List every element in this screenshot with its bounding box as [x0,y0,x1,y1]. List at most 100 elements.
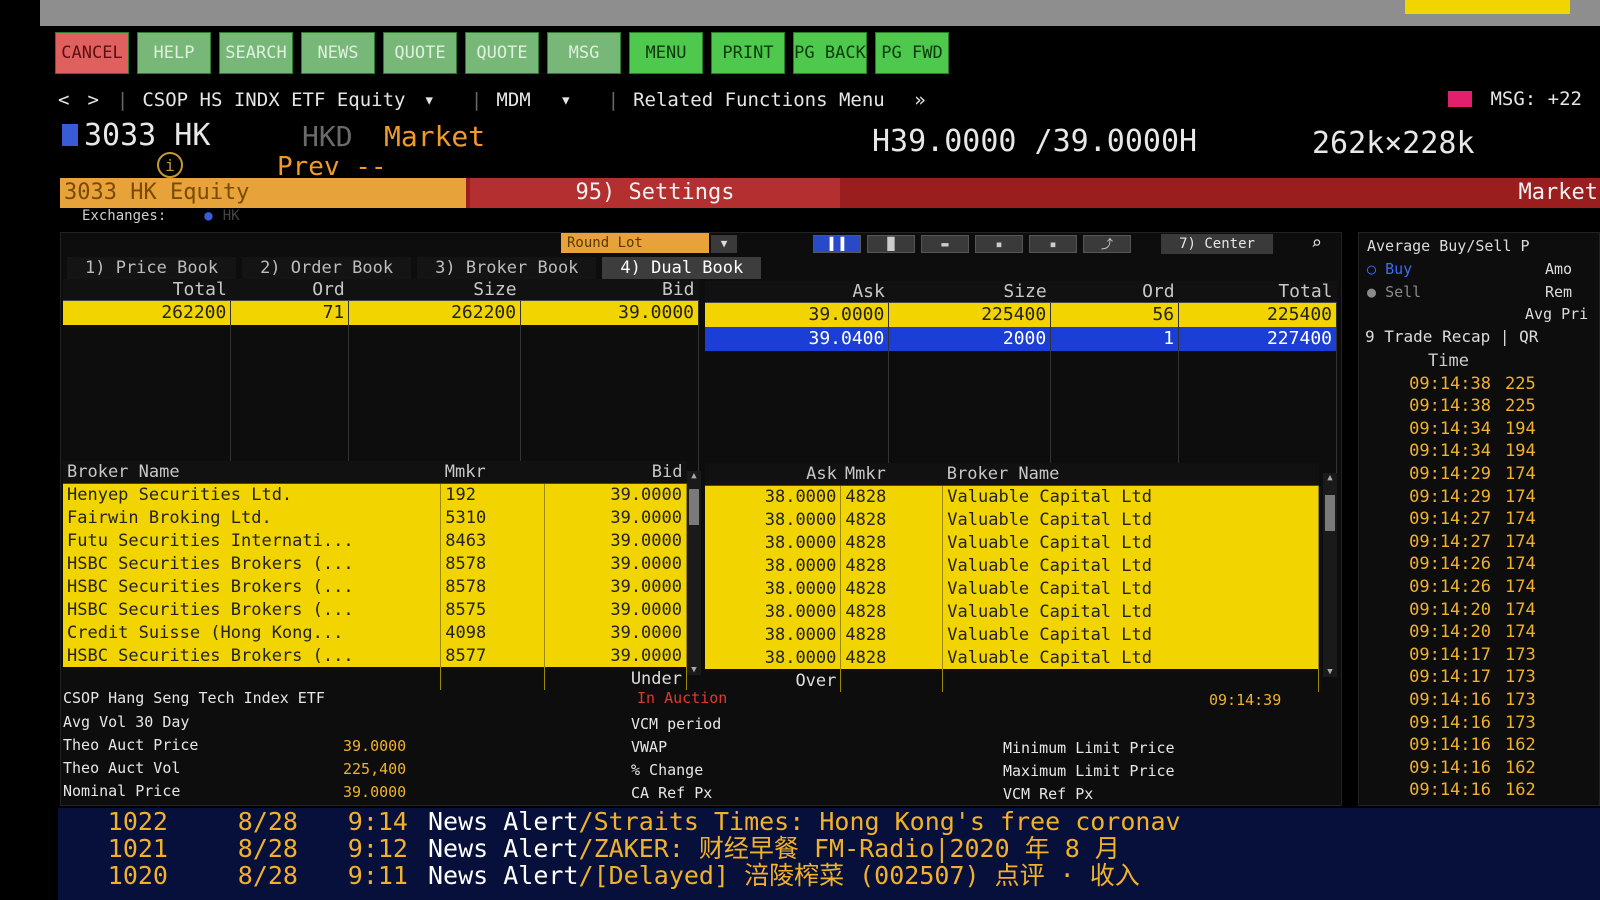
exchange-code[interactable]: HK [223,208,240,224]
table-row[interactable]: 38.0000 4828 Valuable Capital Ltd [705,577,1319,600]
print-button[interactable]: PRINT [711,32,785,74]
security-selector[interactable]: CSOP HS INDX ETF Equity ▾ [142,89,453,111]
list-item[interactable]: 09:14:34 194 [1359,419,1599,442]
top-yellow-notice[interactable] [1405,0,1570,14]
table-row[interactable]: 38.0000 4828 Valuable Capital Ltd [705,554,1319,577]
message-indicator[interactable]: MSG: +22 [1448,88,1600,110]
table-row[interactable]: 38.0000 4828 Valuable Capital Ltd [705,508,1319,531]
chart-icon[interactable]: ⤴ [1083,235,1131,253]
bid-ask-quote: H39.0000 /39.0000H [872,124,1198,159]
list-item[interactable]: 09:14:16 162 [1359,735,1599,758]
news-number: 1022 [107,807,168,836]
scroll-up-icon[interactable]: ▲ [1323,473,1337,483]
avg-price-label: Avg Pri [1525,305,1589,323]
view-split-button[interactable]: ▌▐ [813,235,861,253]
list-item[interactable]: 09:14:16 162 [1359,780,1599,803]
table-row[interactable]: HSBC Securities Brokers (... 8578 39.0000 [63,575,687,598]
round-lot-dropdown[interactable]: Round Lot [561,233,709,253]
news-item[interactable]: 1022 8/28 9:14 News Alert/Straits Times: Ho… [58,808,1600,835]
trade-time: 09:14:29 [1409,486,1491,507]
menu-button[interactable]: MENU [629,32,703,74]
list-item[interactable]: 09:14:34 194 [1359,441,1599,464]
bid-broker-scrollbar[interactable]: ▲ ▼ [687,471,701,675]
quote-button-2[interactable]: QUOTE [465,32,539,74]
table-row[interactable]: 38.0000 4828 Valuable Capital Ltd [705,600,1319,623]
scroll-down-icon[interactable]: ▼ [1323,667,1337,677]
list-item[interactable]: 09:14:29 174 [1359,464,1599,487]
ask-broker-scrollbar[interactable]: ▲ ▼ [1323,473,1337,677]
msg-button[interactable]: MSG [547,32,621,74]
related-functions-menu[interactable]: Related Functions Menu » [633,89,944,111]
table-row[interactable]: 38.0000 4828 Valuable Capital Ltd [705,623,1319,646]
news-item[interactable]: 1020 8/28 9:11 News Alert/[Delayed] 涪陵榨菜 (0… [58,862,1600,889]
table-row[interactable]: Futu Securities Internati... 8463 39.0000 [63,529,687,552]
security-name: CSOP HS INDX ETF Equity [142,89,406,111]
settings-button[interactable]: 95) Settings [470,178,840,208]
tab-order-book[interactable]: 2) Order Book [242,257,412,279]
center-button[interactable]: 7) Center [1161,234,1273,254]
table-row[interactable]: HSBC Securities Brokers (... 8577 39.0000 [63,644,687,667]
view-columns-button[interactable]: ▐▌ [867,235,915,253]
table-row-selected[interactable]: 39.0400 2000 1 227400 [705,326,1337,351]
tab-price-book[interactable]: 1) Price Book [67,257,237,279]
list-item[interactable]: 09:14:20 174 [1359,622,1599,645]
view-compact-button[interactable]: ▪ [1029,235,1077,253]
forward-arrow-icon[interactable]: > [87,89,98,111]
broker-name: HSBC Securities Brokers (... [63,644,442,667]
list-item[interactable]: 09:14:38 225 [1359,374,1599,397]
search-button[interactable]: SEARCH [219,32,293,74]
chevron-down-icon[interactable]: ▼ [711,235,737,253]
table-row[interactable]: 38.0000 4828 Valuable Capital Ltd [705,646,1319,669]
table-row[interactable]: HSBC Securities Brokers (... 8575 39.0000 [63,598,687,621]
news-date: 8/28 [237,807,298,836]
list-item[interactable]: 09:14:16 162 [1359,758,1599,781]
list-item[interactable]: 09:14:16 173 [1359,690,1599,713]
function-selector[interactable]: MDM ▾ [496,89,589,111]
scroll-down-icon[interactable]: ▼ [687,665,701,675]
info-icon[interactable]: i [157,152,183,178]
list-item[interactable]: 09:14:16 173 [1359,713,1599,736]
sell-row[interactable]: ● Sell [1367,283,1421,301]
back-arrow-icon[interactable]: < [58,89,69,111]
broker-bid: 39.0000 [544,598,687,621]
table-row[interactable]: 38.0000 4828 Valuable Capital Ltd [705,531,1319,554]
list-item[interactable]: 09:14:27 174 [1359,532,1599,555]
list-item[interactable]: 09:14:26 174 [1359,554,1599,577]
scroll-up-icon[interactable]: ▲ [687,471,701,481]
table-row[interactable]: Fairwin Broking Ltd. 5310 39.0000 [63,506,687,529]
scrollbar-thumb[interactable] [1325,495,1335,531]
page-back-button[interactable]: PG BACK [793,32,867,74]
table-row[interactable]: Credit Suisse (Hong Kong... 4098 39.0000 [63,621,687,644]
table-row[interactable]: 38.0000 4828 Valuable Capital Ltd [705,485,1319,508]
list-item[interactable]: 09:14:20 174 [1359,600,1599,623]
news-button[interactable]: NEWS [301,32,375,74]
tab-dual-book[interactable]: 4) Dual Book [602,257,762,279]
news-item[interactable]: 1021 8/28 9:12 News Alert/ZAKER: 财经早餐 FM-Ra… [58,835,1600,862]
scrollbar-thumb[interactable] [689,489,699,525]
list-item[interactable]: 09:14:17 173 [1359,645,1599,668]
zoom-icon[interactable]: ⌕ [1311,233,1322,254]
list-item[interactable]: 09:14:29 174 [1359,487,1599,510]
trade-time: 09:14:16 [1409,735,1491,756]
trade-recap-tab[interactable]: 9 Trade Recap | QR [1365,327,1538,346]
column-header: Ask [705,463,841,486]
table-row[interactable]: Henyep Securities Ltd. 192 39.0000 [63,483,687,506]
buy-row[interactable]: ○ Buy [1367,260,1412,278]
table-row[interactable]: HSBC Securities Brokers (... 8578 39.0000 [63,552,687,575]
view-rows-button[interactable]: ▬ [921,235,969,253]
table-row[interactable]: 262200 71 262200 39.0000 [63,300,699,325]
help-button[interactable]: HELP [137,32,211,74]
tab-broker-book[interactable]: 3) Broker Book [417,257,597,279]
list-item[interactable]: 09:14:27 174 [1359,509,1599,532]
list-item[interactable]: 09:14:17 173 [1359,667,1599,690]
table-row[interactable]: 39.0000 225400 56 225400 [705,302,1337,327]
trade-quantity: 194 [1505,441,1536,462]
page-forward-button[interactable]: PG FWD [875,32,949,74]
broker-ask: 38.0000 [705,554,842,577]
cancel-button[interactable]: CANCEL [55,32,129,74]
trade-quantity: 174 [1505,463,1536,484]
list-item[interactable]: 09:14:38 225 [1359,396,1599,419]
view-grid-button[interactable]: ▪ [975,235,1023,253]
list-item[interactable]: 09:14:26 174 [1359,577,1599,600]
quote-button[interactable]: QUOTE [383,32,457,74]
